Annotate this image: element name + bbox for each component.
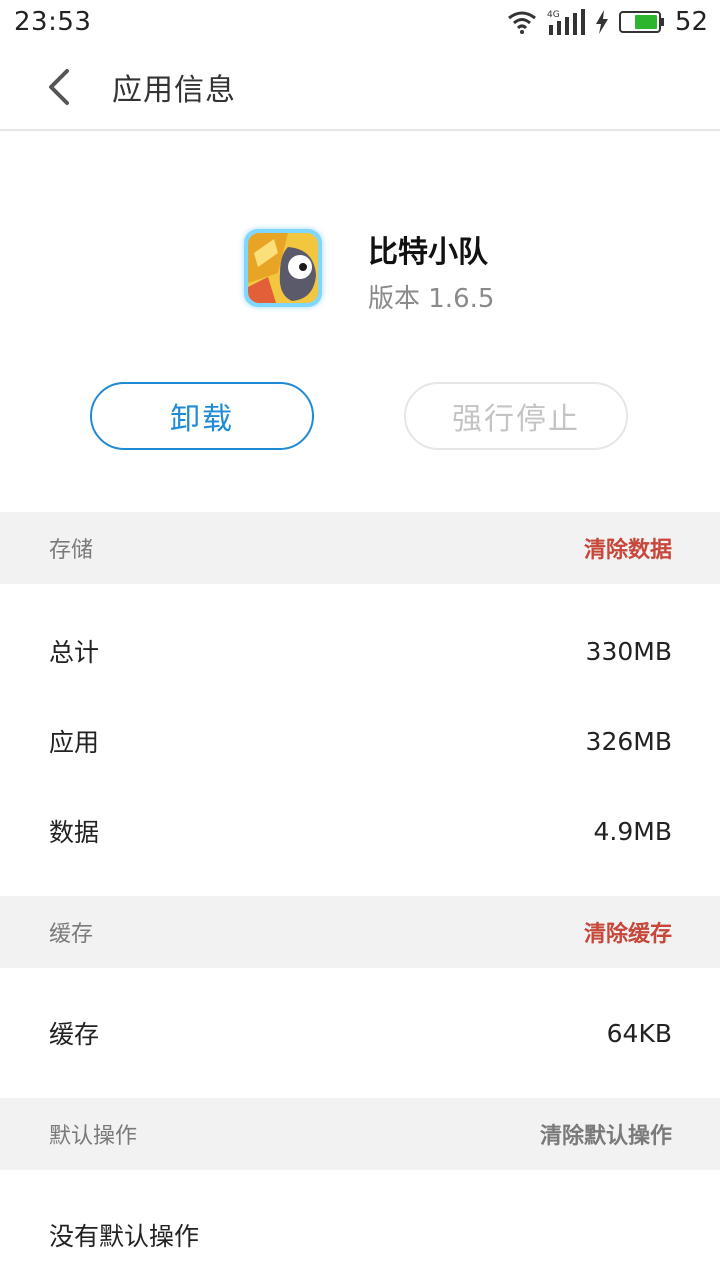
app-icon-image [248, 233, 318, 303]
cache-section-title: 缓存 [49, 922, 94, 947]
force-stop-button[interactable]: 强行停止 [404, 382, 628, 450]
battery-icon [618, 11, 664, 33]
cache-row: 缓存 64KB [0, 988, 720, 1078]
row-label: 总计 [49, 638, 100, 667]
status-time: 23:53 [14, 7, 92, 37]
app-icon [244, 229, 322, 307]
chevron-left-icon [49, 68, 69, 105]
uninstall-button[interactable]: 卸载 [90, 382, 314, 450]
storage-section-header: 存储 清除数据 [0, 512, 720, 584]
clear-data-button[interactable]: 清除数据 [584, 532, 672, 564]
defaults-section-title: 默认操作 [49, 1124, 138, 1149]
page-title: 应用信息 [112, 72, 236, 108]
app-header: 比特小队 版本 1.6.5 卸载 强行停止 [0, 131, 720, 511]
storage-row-data: 数据 4.9MB [0, 786, 720, 876]
app-version: 版本 1.6.5 [368, 284, 495, 314]
status-bar: 23:53 4G 52 [0, 0, 720, 44]
charging-icon [595, 10, 608, 34]
wifi-icon [507, 11, 536, 34]
back-button[interactable] [14, 43, 104, 130]
signal-icon: 4G [547, 9, 585, 35]
clear-defaults-button[interactable]: 清除默认操作 [540, 1118, 672, 1150]
network-type: 4G [547, 10, 560, 20]
title-bar: 应用信息 [0, 44, 720, 131]
defaults-section-header: 默认操作 清除默认操作 [0, 1098, 720, 1170]
cache-section-header: 缓存 清除缓存 [0, 896, 720, 968]
row-value: 4.9MB [593, 816, 672, 846]
storage-row-app: 应用 326MB [0, 696, 720, 786]
row-value: 64KB [606, 1018, 672, 1048]
defaults-row: 没有默认操作 [0, 1190, 720, 1280]
row-label: 没有默认操作 [49, 1222, 200, 1251]
row-label: 数据 [49, 818, 100, 847]
row-label: 缓存 [49, 1020, 100, 1049]
row-value: 326MB [585, 726, 672, 756]
storage-section-title: 存储 [49, 538, 94, 563]
storage-row-total: 总计 330MB [0, 606, 720, 696]
app-name: 比特小队 [368, 235, 488, 270]
status-icons: 4G 52 [507, 7, 708, 37]
clear-cache-button[interactable]: 清除缓存 [584, 916, 672, 948]
row-value: 330MB [585, 636, 672, 666]
row-label: 应用 [49, 728, 100, 757]
battery-percentage: 52 [674, 7, 708, 37]
